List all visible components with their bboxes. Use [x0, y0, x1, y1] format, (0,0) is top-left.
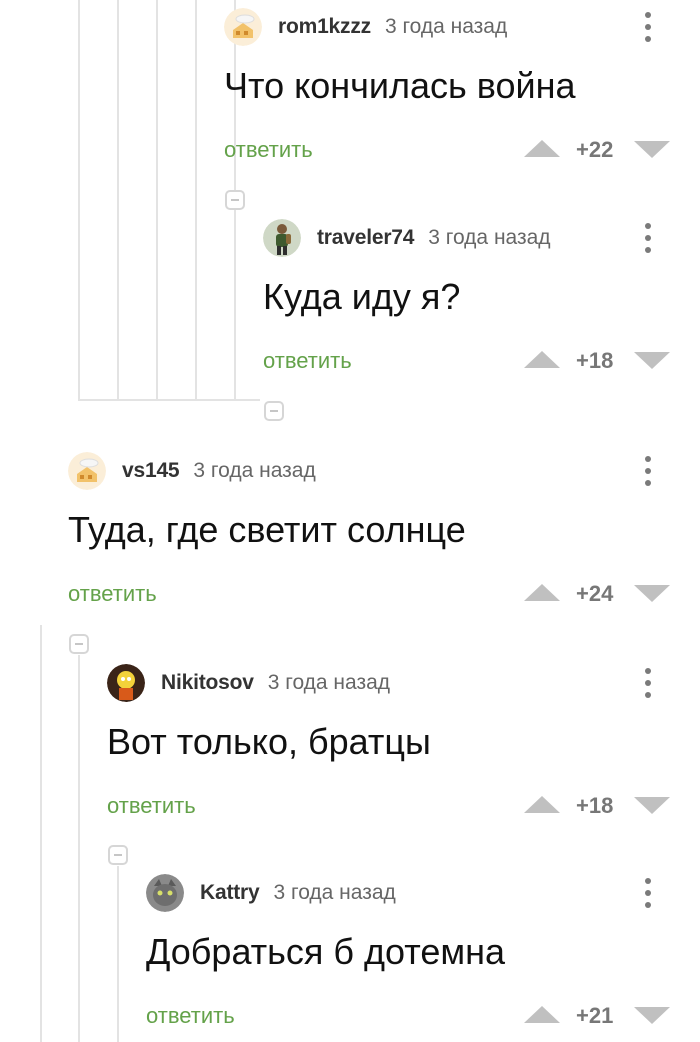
thread-line [40, 625, 42, 1042]
traveler-avatar[interactable] [263, 219, 301, 257]
comment: vs145 3 года назад Туда, где светит солн… [68, 451, 700, 621]
comment-header: rom1kzzz 3 года назад [224, 7, 507, 47]
collapse-toggle[interactable] [108, 845, 128, 865]
downvote-icon[interactable] [634, 1007, 670, 1024]
upvote-icon[interactable] [524, 351, 560, 368]
comment-header: Nikitosov 3 года назад [107, 663, 390, 703]
default-avatar-icon[interactable] [68, 452, 106, 490]
thread-line [117, 866, 119, 1042]
comment: Kattry 3 года назад Добраться б дотемна … [146, 873, 700, 1042]
username[interactable]: rom1kzzz [278, 15, 371, 39]
cat-avatar[interactable] [146, 874, 184, 912]
thread-line [78, 0, 80, 400]
vote-score: +21 [576, 1003, 614, 1028]
thread-line [156, 0, 158, 400]
comment-header: Kattry 3 года назад [146, 873, 396, 913]
comment: traveler74 3 года назад Куда иду я? отве… [263, 218, 700, 388]
more-options-icon[interactable] [638, 873, 658, 913]
timestamp: 3 года назад [267, 671, 391, 694]
timestamp: 3 года назад [384, 15, 508, 38]
thread-line [117, 0, 119, 400]
username[interactable]: Nikitosov [161, 671, 254, 695]
comment-text: Вот только, братцы [107, 721, 431, 762]
more-options-icon[interactable] [638, 7, 658, 47]
downvote-icon[interactable] [634, 352, 670, 369]
upvote-icon[interactable] [524, 584, 560, 601]
thread-line [78, 655, 80, 1042]
collapse-toggle[interactable] [69, 634, 89, 654]
comment-header: vs145 3 года назад [68, 451, 316, 491]
username[interactable]: Kattry [200, 881, 260, 905]
comment: Nikitosov 3 года назад Вот только, братц… [107, 663, 700, 833]
timestamp: 3 года назад [193, 459, 316, 482]
reply-button[interactable]: ответить [224, 137, 313, 163]
comment-text: Что кончилась война [224, 65, 576, 106]
comment-text: Куда иду я? [263, 276, 461, 317]
downvote-icon[interactable] [634, 797, 670, 814]
collapse-toggle[interactable] [225, 190, 245, 210]
reply-button[interactable]: ответить [146, 1003, 235, 1029]
downvote-icon[interactable] [634, 141, 670, 158]
username[interactable]: vs145 [122, 459, 180, 483]
upvote-icon[interactable] [524, 1006, 560, 1023]
thread-line [195, 0, 197, 400]
vote-score: +18 [576, 348, 614, 373]
more-options-icon[interactable] [638, 218, 658, 258]
reply-button[interactable]: ответить [263, 348, 352, 374]
more-options-icon[interactable] [638, 663, 658, 703]
more-options-icon[interactable] [638, 451, 658, 491]
upvote-icon[interactable] [524, 140, 560, 157]
upvote-icon[interactable] [524, 796, 560, 813]
reply-button[interactable]: ответить [68, 581, 157, 607]
thread-line [234, 210, 236, 400]
downvote-icon[interactable] [634, 585, 670, 602]
timestamp: 3 года назад [428, 226, 551, 249]
collapse-toggle[interactable] [264, 401, 284, 421]
comment-header: traveler74 3 года назад [263, 218, 551, 258]
timestamp: 3 года назад [273, 881, 396, 904]
username[interactable]: traveler74 [317, 226, 414, 250]
thread-branch-line [78, 399, 260, 401]
comment-text: Добраться б дотемна [146, 931, 506, 972]
vote-score: +22 [576, 137, 614, 162]
reply-button[interactable]: ответить [107, 793, 196, 819]
comment-text: Туда, где светит солнце [68, 509, 466, 550]
comment: rom1kzzz 3 года назад Что кончилась войн… [224, 7, 700, 177]
vote-score: +24 [576, 581, 614, 606]
default-avatar-icon[interactable] [224, 8, 262, 46]
cartoon-avatar[interactable] [107, 664, 145, 702]
vote-score: +18 [576, 793, 614, 818]
